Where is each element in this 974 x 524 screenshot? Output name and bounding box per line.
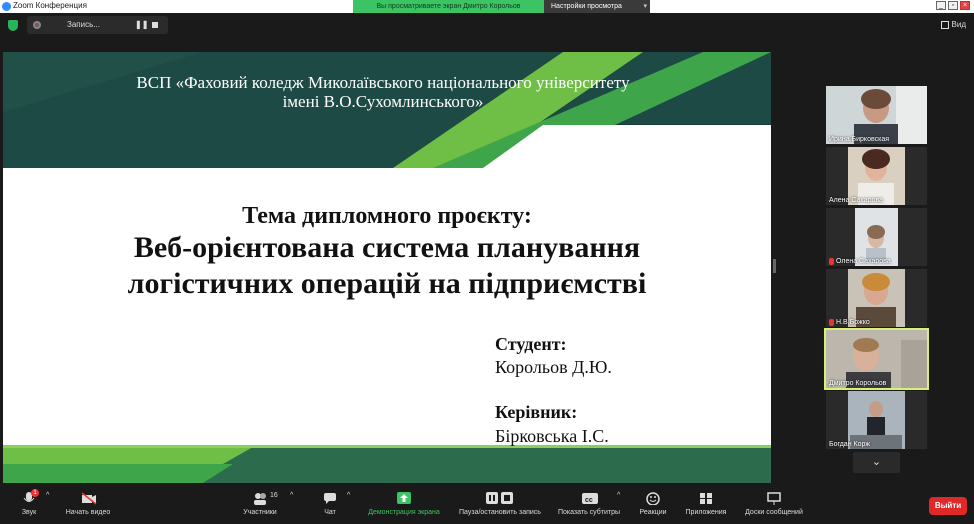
restore-button[interactable]: ▫ xyxy=(948,1,958,10)
audio-options-caret[interactable]: ^ xyxy=(46,492,49,499)
shield-icon[interactable] xyxy=(8,20,18,31)
shared-screen-slide: ВСП «Фаховий коледж Миколаївського націо… xyxy=(3,52,771,483)
pause-stop-label: Пауза/остановить запись xyxy=(459,509,541,516)
participant-name: Дмитро Корольов xyxy=(829,380,886,387)
participant-name: Н.В.Божко xyxy=(829,319,870,326)
muted-mic-icon xyxy=(829,319,834,326)
chevron-down-icon: ⌄ xyxy=(871,456,882,468)
apps-icon xyxy=(699,492,713,505)
chat-label: Чат xyxy=(324,509,336,516)
participant-tile[interactable]: Богдан Корж xyxy=(826,391,927,449)
view-settings-dropdown[interactable]: Настройки просмотра ▾ xyxy=(544,0,650,13)
zoom-logo-icon xyxy=(2,2,11,11)
window-title: Zoom Конференция xyxy=(13,1,87,10)
video-label: Начать видео xyxy=(65,509,111,516)
pause-stop-recording-button[interactable]: Пауза/остановить запись xyxy=(452,492,548,516)
audio-label: Звук xyxy=(21,509,37,516)
college-line-1: ВСП «Фаховий коледж Миколаївського націо… xyxy=(136,73,630,92)
supervisor-label: Керівник: xyxy=(495,402,578,422)
svg-text:cc: cc xyxy=(585,497,593,504)
apps-button[interactable]: Приложения xyxy=(683,492,729,516)
view-label: Вид xyxy=(951,20,966,29)
participant-name: Богдан Корж xyxy=(829,441,870,448)
whiteboard-icon xyxy=(767,492,781,505)
video-off-icon xyxy=(81,492,97,505)
subtitles-label: Показать субтитры xyxy=(557,509,621,516)
view-settings-label: Настройки просмотра xyxy=(551,3,622,10)
theme-label: Тема дипломного проєкту: xyxy=(242,203,532,229)
participants-icon: 16 xyxy=(253,492,278,505)
participant-name: Алена Сахарова xyxy=(829,197,883,204)
start-video-button[interactable]: Начать видео xyxy=(60,492,116,516)
theme-line-1: Веб-орієнтована система планування xyxy=(133,231,641,264)
title-bar: Zoom Конференция Вы просматриваете экран… xyxy=(0,0,974,13)
muted-mic-icon xyxy=(829,258,834,265)
participant-name-text: Богдан Корж xyxy=(829,441,871,448)
chat-icon xyxy=(323,492,337,505)
participant-name-text: Дмитро Корольов xyxy=(829,380,887,387)
participant-name: Олена Сахарова xyxy=(829,258,891,265)
participants-button[interactable]: 16 Участники xyxy=(238,492,282,516)
recording-indicator: Запись... ❚❚ xyxy=(27,16,168,34)
minimize-button[interactable]: _ xyxy=(936,1,946,10)
meeting-toolbar: 1 Звук ^ Начать видео 16 Участники ^ Чат… xyxy=(0,489,974,524)
participant-name-text: Н.В.Божко xyxy=(836,319,870,326)
reactions-label: Реакции xyxy=(639,509,667,516)
student-name: Корольов Д.Ю. xyxy=(495,357,612,377)
participant-name-text: Ирина Бирковская xyxy=(829,136,890,143)
window-controls: _ ▫ × xyxy=(936,1,970,10)
whiteboards-label: Доски сообщений xyxy=(745,509,803,516)
participant-name: Ирина Бирковская xyxy=(829,136,889,143)
reactions-button[interactable]: Реакции xyxy=(636,492,670,516)
chevron-down-icon: ▾ xyxy=(643,3,647,10)
participants-options-caret[interactable]: ^ xyxy=(290,492,293,499)
participant-tile[interactable]: Олена Сахарова xyxy=(826,208,927,266)
share-screen-icon xyxy=(397,492,411,505)
show-subtitles-button[interactable]: cc Показать субтитры xyxy=(553,492,625,516)
closed-captions-icon: cc xyxy=(582,492,598,505)
recording-label: Запись... xyxy=(67,20,100,29)
record-icon xyxy=(33,21,41,29)
stop-recording-button[interactable] xyxy=(152,22,158,28)
scroll-participants-down-button[interactable]: ⌄ xyxy=(853,452,900,473)
project-theme: Тема дипломного проєкту: Веб-орієнтована… xyxy=(3,202,771,302)
view-button[interactable]: Вид xyxy=(940,20,966,29)
participant-tile-active-speaker[interactable]: Дмитро Корольов xyxy=(824,328,929,390)
zoom-window: Zoom Конференция Вы просматриваете экран… xyxy=(0,0,974,524)
audio-button[interactable]: 1 Звук xyxy=(14,489,44,516)
apps-label: Приложения xyxy=(685,509,727,516)
participant-tile[interactable]: Ирина Бирковская xyxy=(826,86,927,144)
panel-splitter-handle[interactable] xyxy=(773,259,776,273)
emoji-icon xyxy=(646,492,660,506)
leave-meeting-button[interactable]: Выйти xyxy=(929,497,967,515)
college-name: ВСП «Фаховий коледж Миколаївського націо… xyxy=(3,73,763,111)
meeting-status-row: Запись... ❚❚ Вид xyxy=(0,13,974,37)
chat-options-caret[interactable]: ^ xyxy=(347,492,350,499)
screen-share-banner: Вы просматриваете экран Дмитро Корольов xyxy=(353,0,544,13)
pause-stop-icon xyxy=(486,492,514,505)
grid-view-icon xyxy=(940,20,949,29)
pause-recording-button[interactable]: ❚❚ xyxy=(135,20,148,29)
share-screen-label: Демонстрация экрана xyxy=(368,509,440,516)
supervisor-name: Бірковська І.С. xyxy=(495,426,609,446)
audio-alert-badge: 1 xyxy=(31,489,39,497)
participant-name-text: Алена Сахарова xyxy=(829,197,884,204)
participants-count: 16 xyxy=(270,492,278,499)
microphone-icon: 1 xyxy=(22,489,39,505)
close-button[interactable]: × xyxy=(960,1,970,10)
whiteboards-button[interactable]: Доски сообщений xyxy=(740,492,808,516)
participant-name-text: Олена Сахарова xyxy=(836,258,891,265)
participant-tile[interactable]: Алена Сахарова xyxy=(826,147,927,205)
chat-button[interactable]: Чат xyxy=(318,492,342,516)
student-label: Студент: xyxy=(495,334,567,354)
subtitles-options-caret[interactable]: ^ xyxy=(617,492,620,499)
participants-label: Участники xyxy=(243,509,277,516)
college-line-2: імені В.О.Сухомлинського» xyxy=(282,92,484,111)
share-screen-button[interactable]: Демонстрация экрана xyxy=(362,492,446,516)
participant-tile[interactable]: Н.В.Божко xyxy=(826,269,927,327)
theme-line-2: логістичних операцій на підприємстві xyxy=(127,267,647,300)
